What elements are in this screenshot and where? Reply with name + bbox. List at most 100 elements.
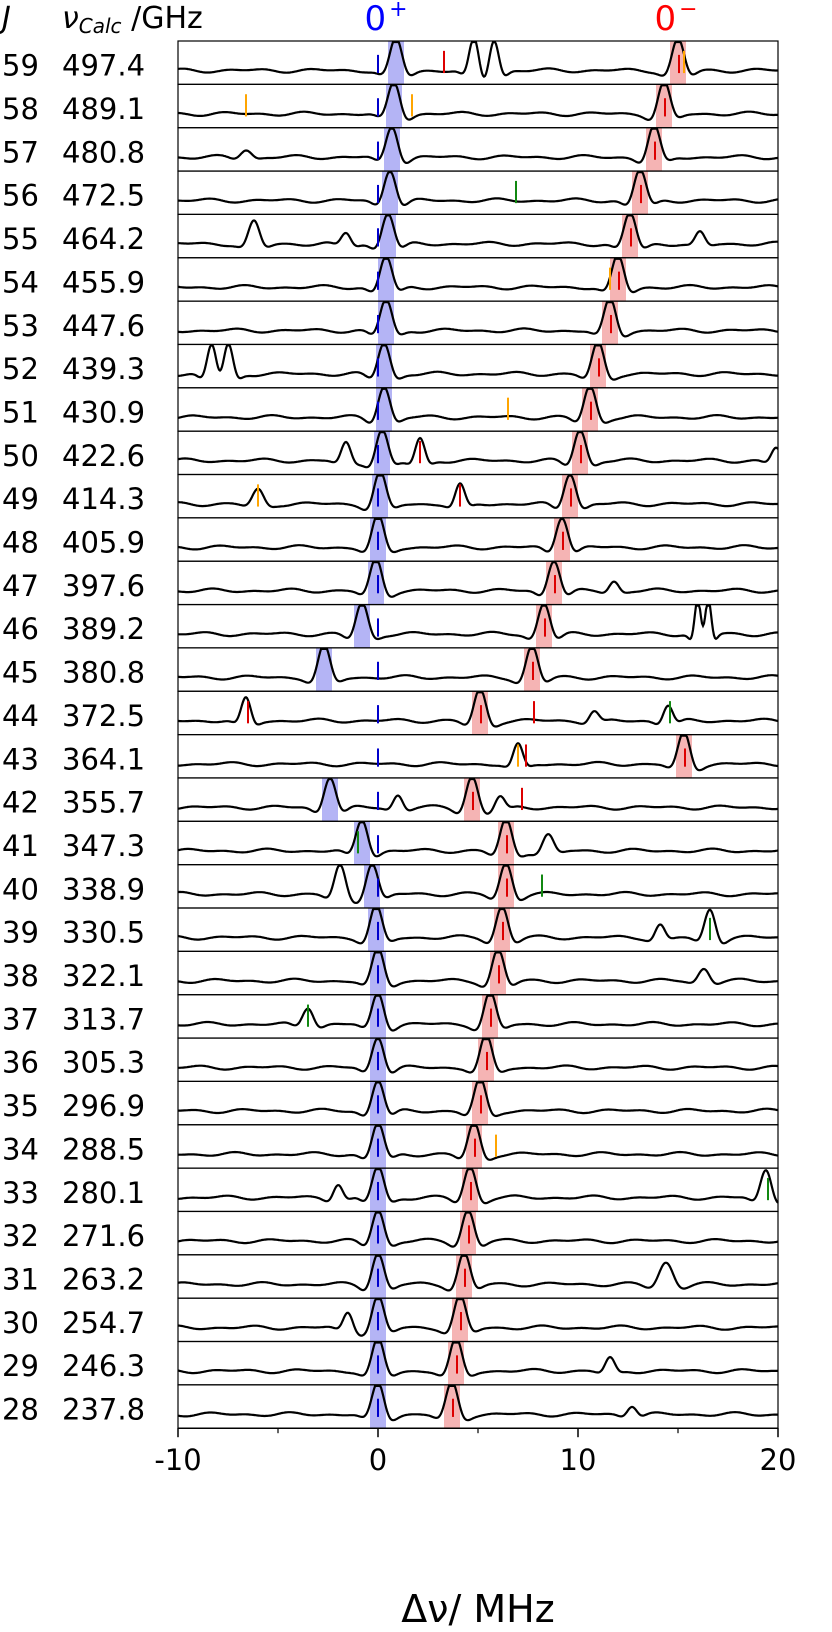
trace-39 xyxy=(177,907,779,945)
trace-46 xyxy=(177,604,779,641)
trace-55 xyxy=(177,214,779,250)
band-label-minus: 0− xyxy=(654,0,697,39)
row-nu-label: 280.1 xyxy=(62,1176,145,1210)
row-nu-label: 364.1 xyxy=(62,742,145,776)
plus-band-50 xyxy=(374,431,390,475)
x-tick-label: 20 xyxy=(760,1443,797,1477)
plus-band-42 xyxy=(322,777,338,822)
row-j-label: 35 xyxy=(2,1089,39,1123)
x-axis: -10 0 10 20 xyxy=(154,1427,797,1477)
trace-29 xyxy=(177,1341,778,1377)
row-j-label: 33 xyxy=(2,1176,39,1210)
trace-32 xyxy=(177,1211,779,1248)
trace-28 xyxy=(177,1384,778,1422)
row-j-label: 55 xyxy=(2,222,39,256)
trace-59 xyxy=(177,40,778,78)
row-j-label: 44 xyxy=(2,699,39,733)
row-nu-label: 464.2 xyxy=(62,222,145,256)
row-nu-label: 422.6 xyxy=(62,439,145,473)
row-nu-label: 330.5 xyxy=(62,916,145,950)
header-nu-sub: Calc xyxy=(79,14,122,38)
row-nu-label: 246.3 xyxy=(62,1349,145,1383)
row-frame-55 xyxy=(177,213,779,259)
row-nu-label: 480.8 xyxy=(62,135,145,169)
plus-band-54 xyxy=(378,257,394,302)
row-j-label: 43 xyxy=(2,742,39,776)
row-nu-label: 338.9 xyxy=(62,872,145,906)
trace-57 xyxy=(178,127,779,164)
row-nu-label: 405.9 xyxy=(62,526,145,560)
trace-58 xyxy=(178,84,779,122)
row-frame-47 xyxy=(177,560,779,606)
row-j-label: 52 xyxy=(2,352,39,386)
row-frame-48 xyxy=(177,517,779,562)
row-nu-label: 313.7 xyxy=(62,1002,145,1036)
row-j-label: 36 xyxy=(2,1046,39,1080)
trace-56 xyxy=(178,171,779,206)
row-frame-40 xyxy=(177,864,779,909)
trace-51 xyxy=(177,387,779,424)
trace-40 xyxy=(178,864,779,905)
trace-48 xyxy=(177,517,778,554)
row-nu-label: 296.9 xyxy=(62,1089,145,1123)
row-nu-label: 263.2 xyxy=(62,1262,145,1296)
row-nu-label: 414.3 xyxy=(62,482,145,516)
row-j-label: 34 xyxy=(2,1132,39,1166)
row-frame-58 xyxy=(177,83,779,129)
row-frames xyxy=(177,40,779,1429)
trace-53 xyxy=(177,301,779,338)
row-j-label: 50 xyxy=(2,439,39,473)
trace-52 xyxy=(178,344,778,381)
row-j-label: 41 xyxy=(2,829,39,863)
header-j: J xyxy=(0,1,11,36)
band-label-plus: 0 + xyxy=(364,0,407,39)
row-nu-label: 397.6 xyxy=(62,569,145,603)
row-nu-label: 372.5 xyxy=(62,699,145,733)
row-nu-label: 439.3 xyxy=(62,352,145,386)
row-j-label: 30 xyxy=(2,1306,39,1340)
trace-47 xyxy=(177,561,779,598)
row-nu-label: 455.9 xyxy=(62,265,145,299)
row-j-label: 47 xyxy=(2,569,39,603)
row-frame-46 xyxy=(177,603,779,649)
trace-37 xyxy=(177,994,779,1032)
row-j-label: 42 xyxy=(2,786,39,820)
row-j-label: 49 xyxy=(2,482,39,516)
row-nu-label: 347.3 xyxy=(62,829,145,863)
row-frame-54 xyxy=(177,257,779,302)
row-j-label: 46 xyxy=(2,612,39,646)
row-frame-32 xyxy=(177,1210,779,1256)
row-j-label: 28 xyxy=(2,1393,39,1427)
x-tick-label: 10 xyxy=(560,1443,597,1477)
row-frame-30 xyxy=(177,1297,779,1343)
row-frame-52 xyxy=(177,343,779,389)
row-frame-28 xyxy=(177,1384,779,1429)
row-frame-37 xyxy=(177,994,779,1039)
row-nu-label: 472.5 xyxy=(62,179,145,213)
row-frame-31 xyxy=(177,1254,779,1299)
row-nu-label: 322.1 xyxy=(62,959,145,993)
trace-54 xyxy=(177,257,779,294)
header: J νCalc /GHz 0 + 0− xyxy=(0,0,698,39)
plus-band-41 xyxy=(354,821,370,865)
row-j-label: 57 xyxy=(2,135,39,169)
row-nu-label: 288.5 xyxy=(62,1132,145,1166)
header-unit: /GHz xyxy=(122,1,203,36)
header-nu: ν xyxy=(62,1,79,36)
trace-31 xyxy=(177,1254,779,1292)
x-axis-label: Δν/ MHz xyxy=(401,1587,554,1631)
row-j-label: 32 xyxy=(2,1219,39,1253)
row-nu-label: 237.8 xyxy=(62,1393,145,1427)
band-labels: 0 + 0− xyxy=(364,0,697,39)
row-frame-49 xyxy=(177,473,779,519)
row-nu-label: 430.9 xyxy=(62,395,145,429)
plus-band-56 xyxy=(382,171,398,215)
row-frame-53 xyxy=(177,300,779,346)
row-nu-label: 355.7 xyxy=(62,786,145,820)
row-nu-label: 497.4 xyxy=(62,49,145,83)
plus-band-57 xyxy=(384,127,400,172)
row-j-label: 58 xyxy=(2,92,39,126)
row-nu-label: 389.2 xyxy=(62,612,145,646)
plus-band-46 xyxy=(354,604,370,648)
spectra-stack-chart: 59 497.458 489.157 480.856 472.555 464.254 455… xyxy=(0,0,797,1631)
